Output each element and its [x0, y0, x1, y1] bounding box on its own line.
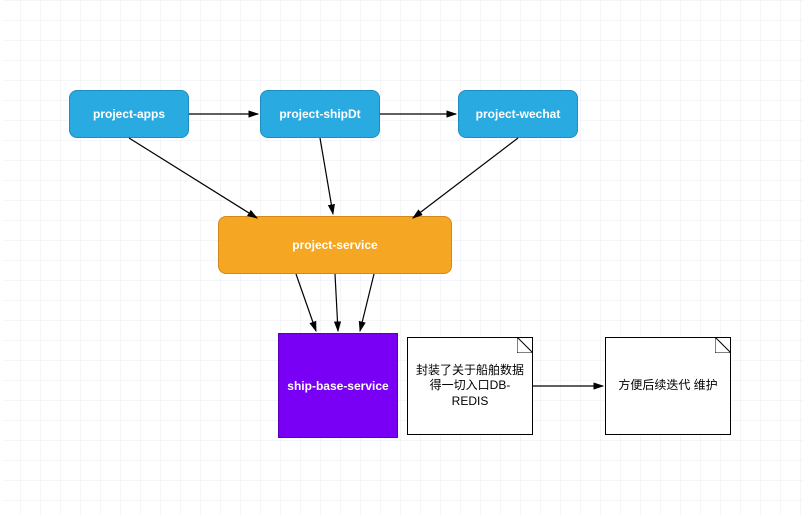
note-fold-icon — [517, 337, 533, 353]
edge-service-to-base-2 — [335, 274, 338, 331]
node-label: project-shipDt — [279, 107, 360, 121]
node-label: ship-base-service — [287, 379, 388, 393]
node-project-apps[interactable]: project-apps — [69, 90, 189, 138]
note-fold-icon — [715, 337, 731, 353]
diagram-canvas[interactable]: project-apps project-shipDt project-wech… — [0, 0, 803, 515]
node-project-wechat[interactable]: project-wechat — [458, 90, 578, 138]
edge-wechat-to-service — [413, 138, 518, 218]
edge-service-to-base-3 — [360, 274, 374, 331]
node-project-shipdt[interactable]: project-shipDt — [260, 90, 380, 138]
node-label: project-wechat — [476, 107, 561, 121]
node-project-service[interactable]: project-service — [218, 216, 452, 274]
edge-shipdt-to-service — [320, 138, 333, 214]
note-text: 封装了关于船舶数据得一切入口DB-REDIS — [412, 363, 528, 410]
note-db-redis[interactable]: 封装了关于船舶数据得一切入口DB-REDIS — [407, 337, 533, 435]
edge-apps-to-service — [129, 138, 257, 218]
note-maintain[interactable]: 方便后续迭代 维护 — [605, 337, 731, 435]
node-label: project-service — [292, 238, 377, 252]
note-text: 方便后续迭代 维护 — [618, 378, 717, 394]
node-ship-base-service[interactable]: ship-base-service — [278, 333, 398, 438]
node-label: project-apps — [93, 107, 165, 121]
edge-service-to-base-1 — [296, 274, 316, 331]
